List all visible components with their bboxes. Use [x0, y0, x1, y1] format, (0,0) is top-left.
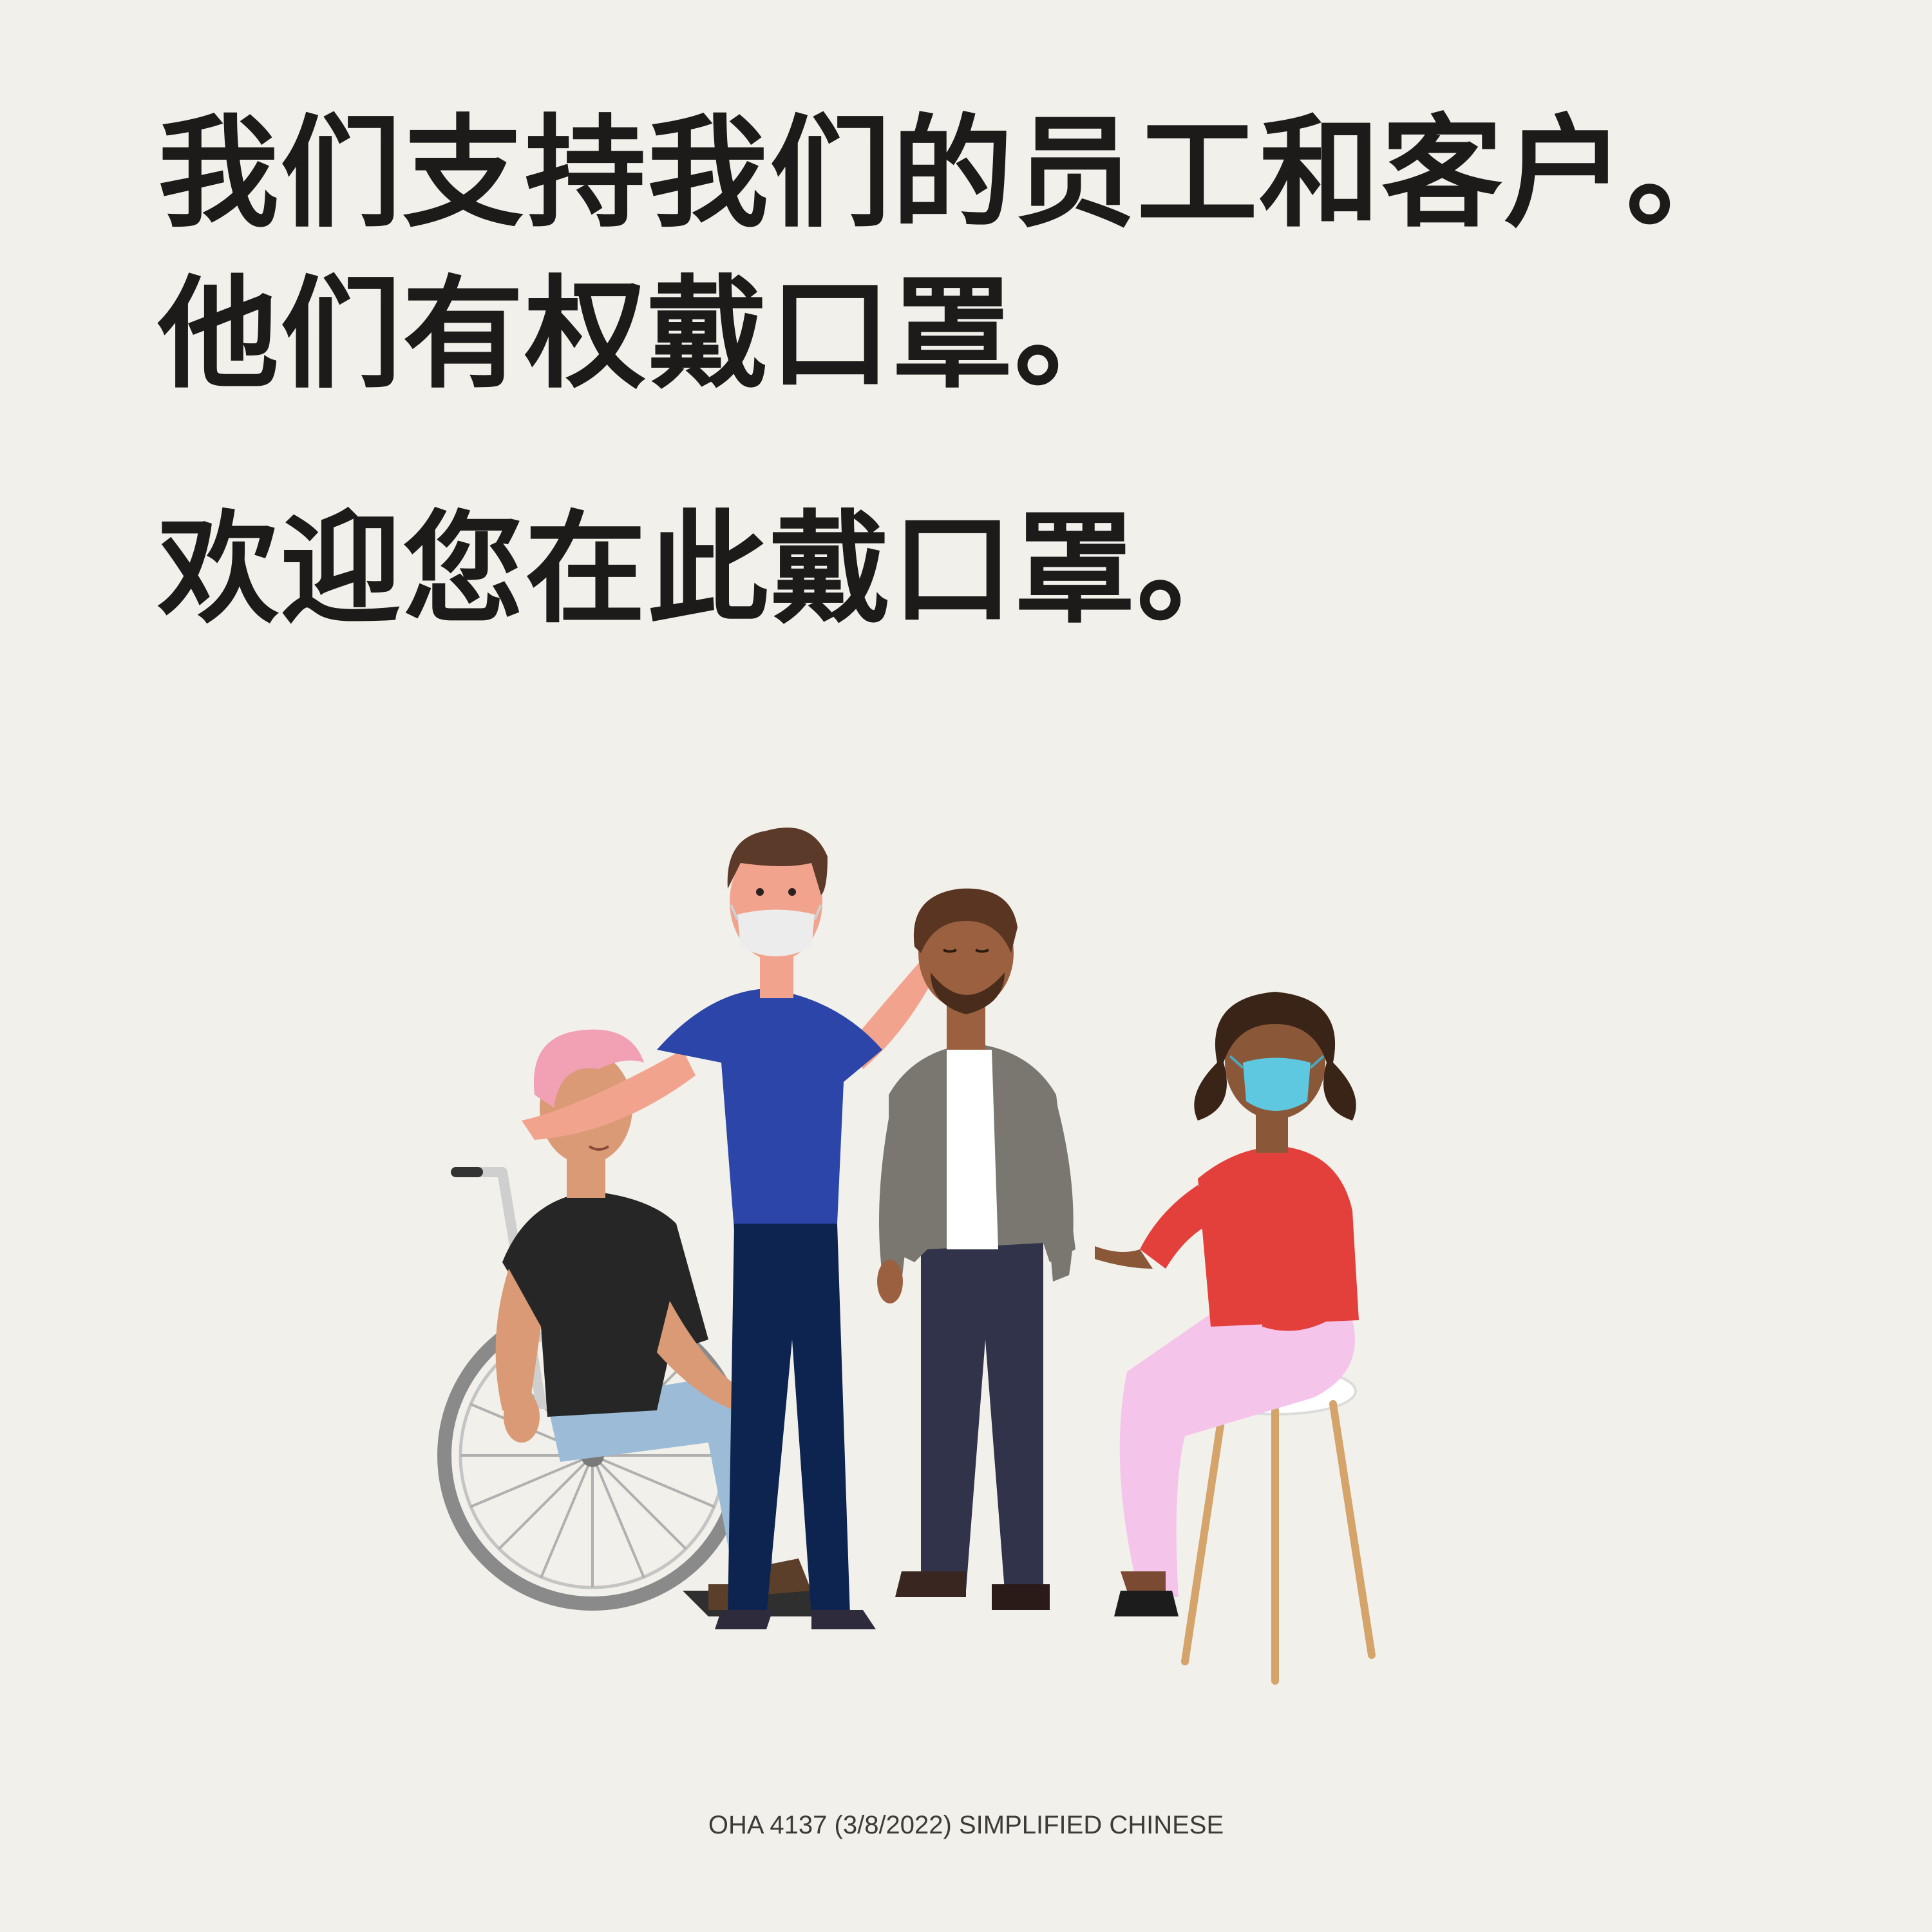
seated-woman: [1095, 992, 1359, 1616]
headline-line-3: 欢迎您在此戴口罩。: [158, 498, 1259, 640]
headline-line-1: 我们支持我们的员工和客户。: [158, 102, 1748, 244]
people-illustration: [437, 828, 1376, 1685]
form-code: OHA 4137 (3/8/2022) SIMPLIFIED CHINESE: [708, 1811, 1224, 1839]
headline-line-2: 他们有权戴口罩。: [158, 263, 1137, 405]
